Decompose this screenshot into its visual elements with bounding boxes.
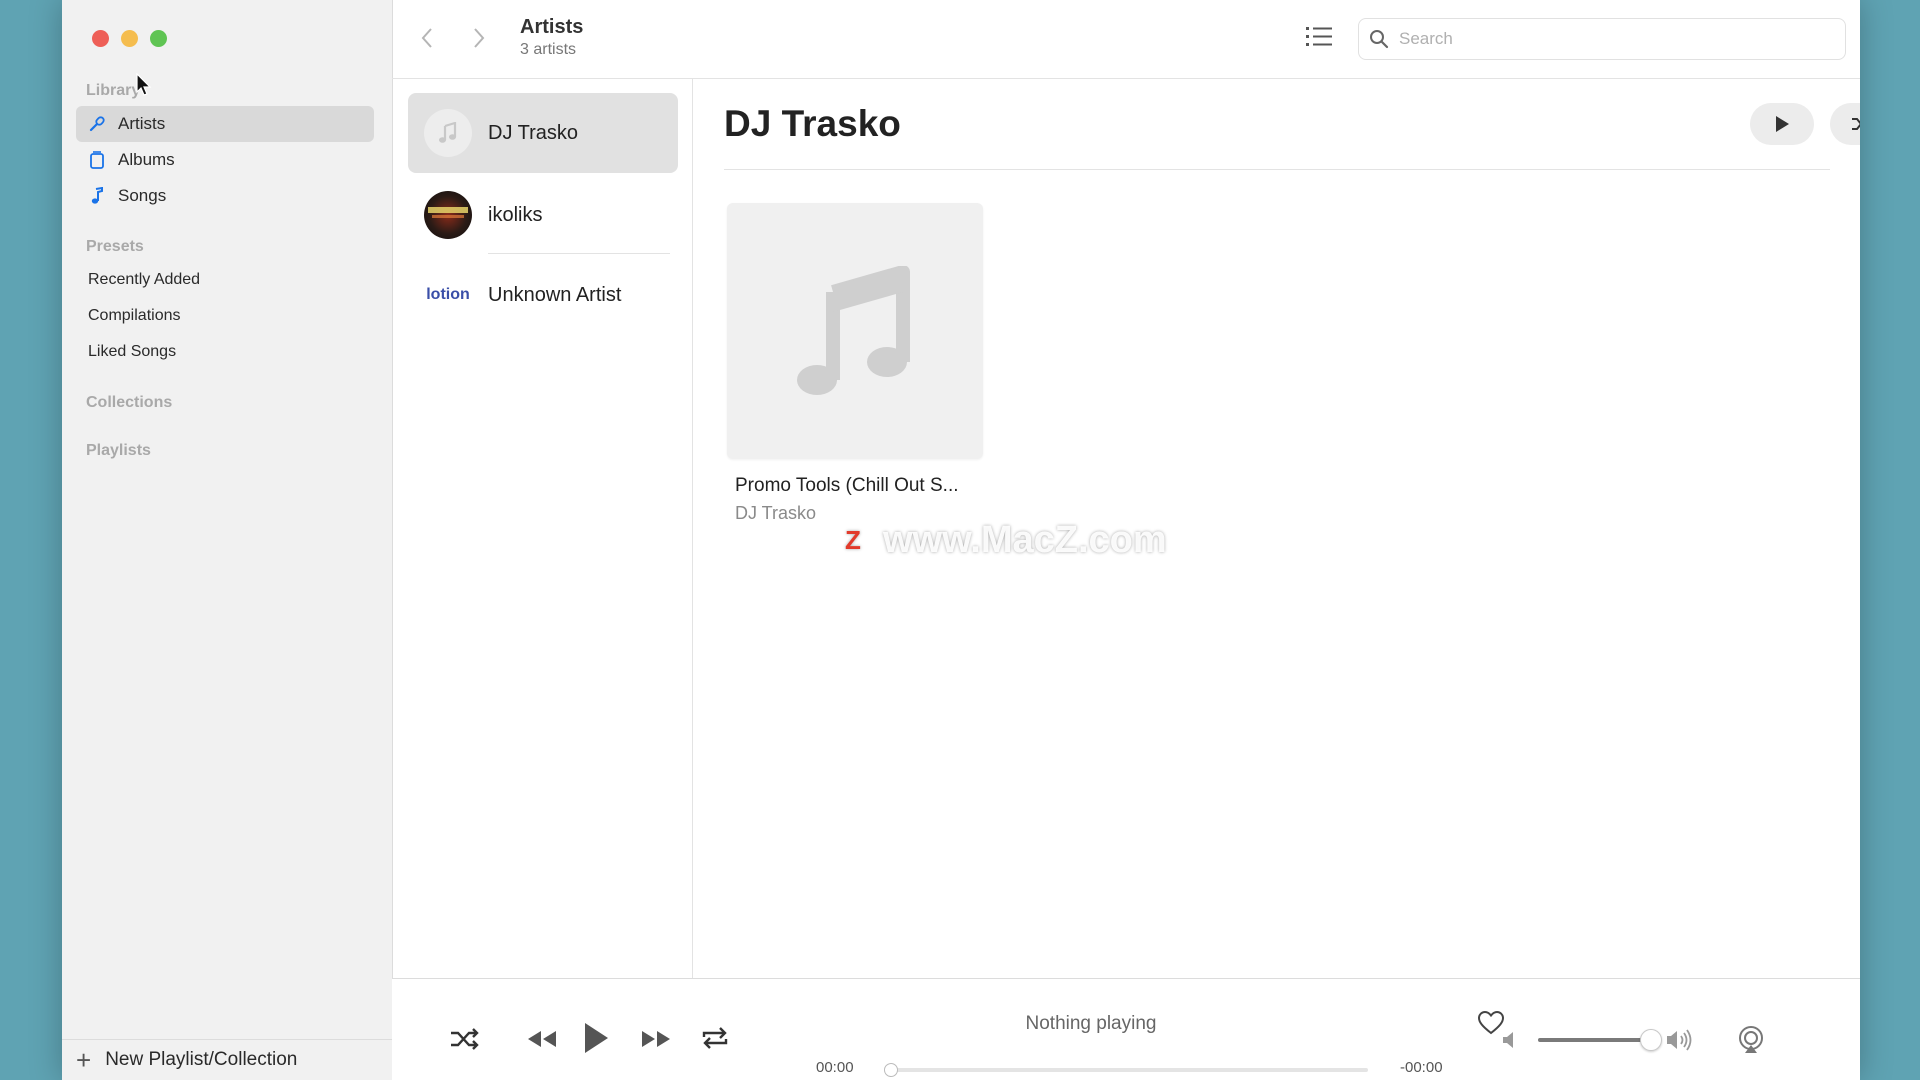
album-card[interactable]: Promo Tools (Chill Out S... DJ Trasko xyxy=(727,203,983,524)
search-input[interactable] xyxy=(1397,28,1821,50)
collections-section-title[interactable]: Collections xyxy=(86,394,172,412)
play-icon xyxy=(1776,116,1789,132)
volume-slider[interactable] xyxy=(1538,1029,1662,1051)
artist-name: DJ Trasko xyxy=(488,121,579,144)
app-window: Library Artists Albums Songs Presets Rec… xyxy=(62,0,1860,1080)
music-note-icon xyxy=(797,266,910,395)
remaining-time: -00:00 xyxy=(1400,1059,1443,1076)
chevron-left-icon xyxy=(421,28,432,48)
like-button[interactable] xyxy=(1478,1011,1504,1035)
artist-avatar xyxy=(424,109,472,157)
toolbar: Artists 3 artists xyxy=(392,0,1860,79)
airplay-icon xyxy=(1739,1026,1763,1053)
repeat-icon xyxy=(702,1027,728,1049)
artist-cover-image xyxy=(424,191,472,239)
repeat-button[interactable] xyxy=(700,1025,730,1051)
watermark: Z www.MacZ.com xyxy=(837,519,1167,562)
artist-divider xyxy=(488,253,670,254)
sidebar-item-label: Artists xyxy=(118,114,166,133)
artist-list: DJ Trasko ikoliks lotion Unknown Artist xyxy=(392,79,693,979)
airplay-button[interactable] xyxy=(1736,1025,1766,1055)
minimize-window-button[interactable] xyxy=(121,30,138,47)
volume-min-icon xyxy=(1502,1031,1518,1049)
page-title: Artists xyxy=(520,16,584,38)
sidebar-item-songs[interactable]: Songs xyxy=(76,178,374,214)
sidebar-item-recently-added[interactable]: Recently Added xyxy=(76,262,386,298)
forward-button[interactable] xyxy=(464,22,494,54)
volume-max-icon xyxy=(1666,1029,1694,1051)
zoom-window-button[interactable] xyxy=(150,30,167,47)
artist-detail: DJ Trasko Promo Tools (Chill Out S... DJ… xyxy=(693,79,1860,979)
artist-name: ikoliks xyxy=(488,203,543,226)
player-bar: Nothing playing 00:00 -00:00 xyxy=(392,978,1860,1080)
fast-forward-icon xyxy=(642,1031,670,1047)
shuffle-icon xyxy=(451,1028,479,1050)
sidebar-item-label: Songs xyxy=(118,186,167,205)
mouse-cursor-icon xyxy=(136,73,152,96)
sidebar-item-label: Albums xyxy=(118,150,175,169)
close-window-button[interactable] xyxy=(92,30,109,47)
detail-divider xyxy=(724,169,1830,170)
back-button[interactable] xyxy=(412,22,442,54)
play-button[interactable] xyxy=(582,1021,610,1055)
album-artwork xyxy=(727,203,983,459)
playlists-section-title[interactable]: Playlists xyxy=(86,442,151,460)
artist-row-dj-trasko[interactable]: DJ Trasko xyxy=(408,93,678,173)
lotion-logo: lotion xyxy=(426,286,470,303)
list-view-button[interactable] xyxy=(1306,24,1334,55)
mic-icon xyxy=(86,115,108,133)
shuffle-artist-button[interactable] xyxy=(1830,103,1860,145)
play-artist-button[interactable] xyxy=(1750,103,1814,145)
progress-bar[interactable] xyxy=(884,1063,1368,1077)
page-subtitle: 3 artists xyxy=(520,41,577,58)
next-button[interactable] xyxy=(640,1029,672,1049)
music-note-icon xyxy=(439,122,457,143)
sidebar-item-liked-songs[interactable]: Liked Songs xyxy=(76,334,386,370)
progress-knob[interactable] xyxy=(884,1063,898,1077)
library-section-title: Library xyxy=(86,82,141,99)
search-icon xyxy=(1369,29,1389,49)
artist-row-unknown-artist[interactable]: lotion Unknown Artist xyxy=(408,255,678,335)
play-icon xyxy=(585,1023,608,1053)
watermark-text: www.MacZ.com xyxy=(883,519,1167,561)
watermark-badge: Z xyxy=(837,524,869,557)
sidebar: Library Artists Albums Songs Presets Rec… xyxy=(62,0,393,1080)
note-icon xyxy=(86,187,108,205)
previous-button[interactable] xyxy=(526,1029,558,1049)
new-playlist-button[interactable]: + New Playlist/Collection xyxy=(62,1039,392,1080)
sidebar-item-artists[interactable]: Artists xyxy=(76,106,374,142)
list-icon xyxy=(1306,27,1332,46)
sidebar-item-albums[interactable]: Albums xyxy=(76,142,374,178)
presets-section-title: Presets xyxy=(86,238,144,255)
rewind-icon xyxy=(528,1031,556,1047)
sidebar-item-compilations[interactable]: Compilations xyxy=(76,298,386,334)
heart-icon xyxy=(1478,1011,1504,1035)
album-icon xyxy=(86,151,108,169)
chevron-right-icon xyxy=(474,28,485,48)
shuffle-button[interactable] xyxy=(450,1027,480,1051)
plus-icon: + xyxy=(76,1044,92,1075)
artist-name: Unknown Artist xyxy=(488,283,622,306)
new-playlist-label: New Playlist/Collection xyxy=(105,1049,298,1070)
search-box[interactable] xyxy=(1358,18,1846,60)
artist-detail-title: DJ Trasko xyxy=(724,103,901,144)
artist-row-ikoliks[interactable]: ikoliks xyxy=(408,175,678,255)
shuffle-icon xyxy=(1852,118,1860,130)
elapsed-time: 00:00 xyxy=(816,1059,854,1076)
volume-knob[interactable] xyxy=(1640,1029,1662,1051)
window-controls xyxy=(92,30,167,47)
now-playing-status: Nothing playing xyxy=(1025,1013,1157,1034)
album-title: Promo Tools (Chill Out S... xyxy=(735,475,959,496)
